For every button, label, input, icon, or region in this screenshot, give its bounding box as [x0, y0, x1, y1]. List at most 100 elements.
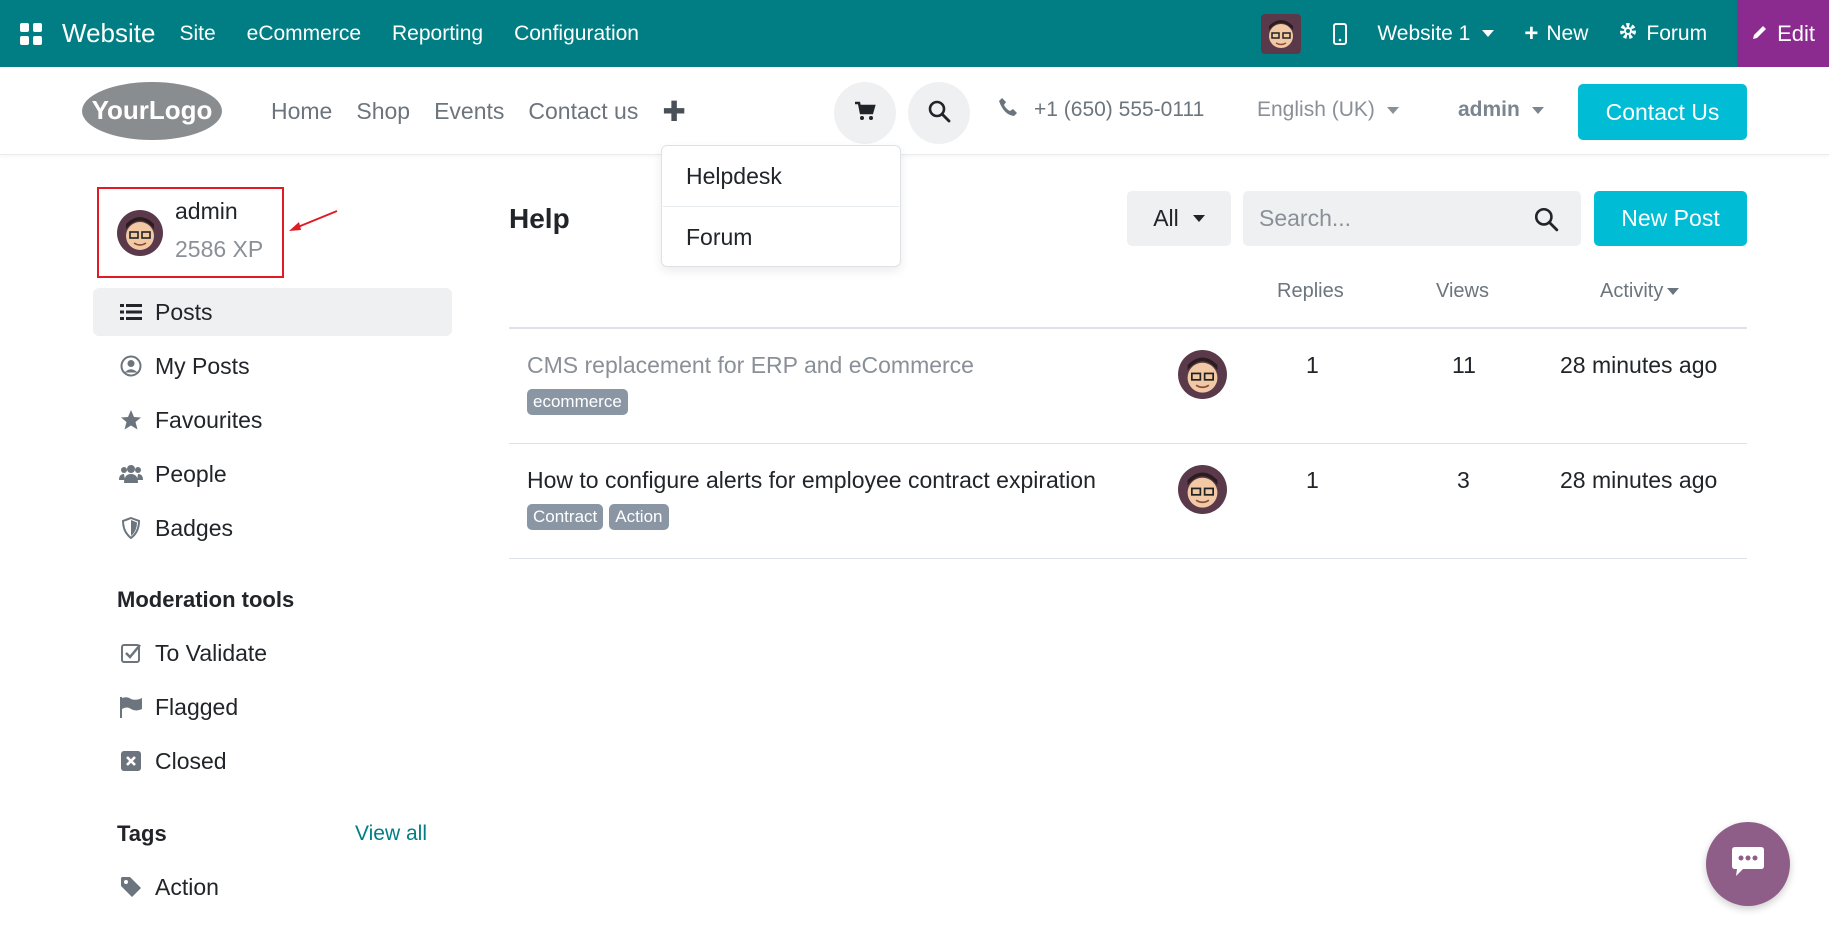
sidebar-item-label: Action — [155, 873, 219, 900]
search-icon — [927, 99, 951, 128]
column-header-views: Views — [1436, 280, 1489, 302]
sidebar-item-label: To Validate — [155, 639, 268, 666]
tag-badge[interactable]: ecommerce — [527, 389, 628, 415]
top-navbar: Website Site eCommerce Reporting Configu… — [0, 0, 1829, 67]
post-replies-count: 1 — [1306, 352, 1319, 378]
column-header-replies: Replies — [1277, 280, 1344, 302]
chevron-down-icon — [1386, 106, 1399, 114]
nav-events[interactable]: Events — [434, 98, 504, 125]
chevron-down-icon — [1531, 106, 1544, 114]
sidebar-item-label: Flagged — [155, 693, 239, 720]
phone-link[interactable]: +1 (650) 555-0111 — [998, 97, 1204, 123]
view-all-tags-link[interactable]: View all — [355, 822, 427, 846]
sidebar-item-to-validate[interactable]: To Validate — [93, 629, 452, 677]
user-menu[interactable]: admin — [1458, 98, 1544, 122]
forum-button-label: Forum — [1646, 21, 1708, 45]
sidebar-item-favourites[interactable]: Favourites — [93, 396, 452, 444]
tag-badge[interactable]: Action — [609, 504, 669, 530]
shield-icon — [119, 516, 143, 540]
add-menu-plus-icon[interactable]: ✚ — [662, 95, 685, 128]
post-title-link[interactable]: CMS replacement for ERP and eCommerce — [527, 352, 974, 379]
sidebar-item-people[interactable]: People — [93, 450, 452, 498]
cart-button[interactable] — [834, 82, 896, 144]
sidebar-item-posts[interactable]: Posts — [93, 288, 452, 336]
sidebar-item-label: My Posts — [155, 352, 250, 379]
filter-dropdown[interactable]: All — [1127, 191, 1231, 246]
post-tags: ecommerce — [527, 389, 628, 415]
logo-text: YourLogo — [92, 95, 213, 125]
phone-icon — [998, 97, 1018, 123]
nav-home[interactable]: Home — [271, 98, 332, 125]
apps-menu-icon[interactable] — [0, 0, 62, 67]
chevron-down-icon — [1482, 30, 1495, 37]
user-circle-icon — [119, 354, 143, 378]
sidebar-item-my-posts[interactable]: My Posts — [93, 342, 452, 390]
sidebar-item-closed[interactable]: Closed — [93, 737, 452, 785]
website-selector-label: Website 1 — [1377, 21, 1471, 45]
sidebar-item-flagged[interactable]: Flagged — [93, 683, 452, 731]
post-activity: 28 minutes ago — [1560, 352, 1718, 378]
app-brand[interactable]: Website — [62, 18, 155, 49]
close-square-icon — [119, 749, 143, 773]
menu-site[interactable]: Site — [179, 22, 215, 46]
table-divider — [509, 327, 1747, 329]
sidebar-item-badges[interactable]: Badges — [93, 504, 452, 552]
post-title-link[interactable]: How to configure alerts for employee con… — [527, 467, 1096, 494]
page-title: Help — [509, 203, 570, 234]
filter-label: All — [1153, 205, 1179, 231]
cart-icon — [854, 101, 876, 126]
language-selector[interactable]: English (UK) — [1257, 98, 1399, 122]
mobile-preview-icon[interactable] — [1333, 22, 1348, 45]
new-post-button[interactable]: New Post — [1594, 191, 1747, 246]
add-menu-dropdown: Helpdesk Forum — [661, 145, 901, 267]
search-button[interactable] — [908, 82, 970, 144]
sidebar-item-label: People — [155, 460, 227, 487]
chat-bubble-icon — [1729, 846, 1767, 883]
users-icon — [119, 462, 143, 486]
website-selector[interactable]: Website 1 — [1377, 21, 1495, 46]
avatar[interactable] — [117, 210, 163, 256]
site-header: YourLogo Home Shop Events Contact us ✚ +… — [0, 67, 1829, 155]
user-menu-label: admin — [1458, 98, 1520, 121]
site-logo[interactable]: YourLogo — [80, 81, 224, 141]
post-views-count: 3 — [1457, 467, 1470, 493]
tag-icon — [119, 875, 143, 899]
sidebar-item-label: Posts — [155, 298, 213, 325]
main-nav: Home Shop Events Contact us ✚ — [271, 95, 686, 128]
forum-settings-button[interactable]: Forum — [1618, 21, 1707, 47]
table-row-divider — [509, 558, 1747, 559]
phone-number: +1 (650) 555-0111 — [1034, 98, 1205, 121]
flag-icon — [119, 695, 143, 719]
nav-contact-us[interactable]: Contact us — [528, 98, 638, 125]
contact-us-button[interactable]: Contact Us — [1578, 84, 1747, 140]
search-input[interactable] — [1259, 205, 1519, 232]
dropdown-item-helpdesk[interactable]: Helpdesk — [662, 146, 900, 206]
column-header-activity-label: Activity — [1600, 280, 1664, 302]
search-icon[interactable] — [1533, 206, 1559, 237]
tag-badge[interactable]: Contract — [527, 504, 604, 530]
user-xp: 2586 XP — [175, 236, 264, 262]
sidebar-tag-action[interactable]: Action — [93, 863, 452, 911]
livechat-button[interactable] — [1706, 822, 1790, 906]
nav-shop[interactable]: Shop — [356, 98, 410, 125]
post-activity: 28 minutes ago — [1560, 467, 1718, 493]
user-name[interactable]: admin — [175, 198, 238, 225]
new-button[interactable]: + New — [1524, 20, 1588, 48]
sidebar-item-label: Badges — [155, 514, 234, 541]
search-box — [1243, 191, 1581, 246]
annotation-arrow-icon — [285, 205, 340, 240]
chevron-down-icon — [1192, 215, 1205, 222]
edit-button[interactable]: Edit — [1737, 0, 1829, 67]
column-header-activity[interactable]: Activity — [1600, 280, 1680, 303]
dropdown-item-forum[interactable]: Forum — [662, 207, 900, 267]
star-icon — [119, 408, 143, 432]
menu-ecommerce[interactable]: eCommerce — [247, 22, 361, 46]
avatar[interactable] — [1178, 465, 1227, 514]
menu-reporting[interactable]: Reporting — [392, 22, 483, 46]
user-avatar-top[interactable] — [1261, 13, 1302, 54]
post-views-count: 11 — [1452, 352, 1476, 378]
avatar[interactable] — [1178, 350, 1227, 399]
pencil-icon — [1751, 21, 1769, 47]
sidebar-item-label: Favourites — [155, 406, 263, 433]
menu-configuration[interactable]: Configuration — [514, 22, 639, 46]
